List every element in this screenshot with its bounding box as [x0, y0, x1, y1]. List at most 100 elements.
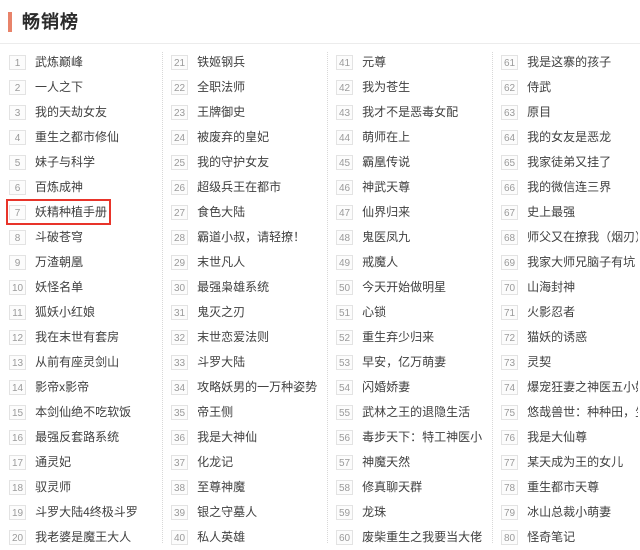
- rank-list-item[interactable]: 39 银之守墓人: [170, 500, 327, 525]
- rank-list-item[interactable]: 74 爆宠狂妻之神医五小姐: [500, 375, 640, 400]
- rank-list-item[interactable]: 41 元尊: [335, 50, 492, 75]
- rank-title-link[interactable]: 万渣朝凰: [35, 255, 83, 270]
- rank-list-item[interactable]: 44 萌师在上: [335, 125, 492, 150]
- rank-title-link[interactable]: 最强反套路系统: [35, 430, 119, 445]
- rank-list-item[interactable]: 73 灵契: [500, 350, 640, 375]
- rank-title-link[interactable]: 霸道小叔，请轻撩！: [197, 230, 305, 245]
- rank-list-item[interactable]: 28 霸道小叔，请轻撩！: [170, 225, 327, 250]
- rank-list-item[interactable]: 67 史上最强: [500, 200, 640, 225]
- rank-list-item[interactable]: 5 妹子与科学: [8, 150, 162, 175]
- rank-list-item[interactable]: 76 我是大仙尊: [500, 425, 640, 450]
- rank-list-item[interactable]: 42 我为苍生: [335, 75, 492, 100]
- rank-title-link[interactable]: 铁姬钢兵: [197, 55, 245, 70]
- rank-title-link[interactable]: 重生之都市修仙: [35, 130, 119, 145]
- rank-title-link[interactable]: 我是这寨的孩子: [527, 55, 611, 70]
- rank-title-link[interactable]: 狐妖小红娘: [35, 305, 95, 320]
- rank-title-link[interactable]: 妖精种植手册: [35, 205, 107, 220]
- rank-list-item[interactable]: 36 我是大神仙: [170, 425, 327, 450]
- rank-title-link[interactable]: 我的微信连三界: [527, 180, 611, 195]
- rank-title-link[interactable]: 山海封神: [527, 280, 575, 295]
- rank-list-item[interactable]: 51 心锁: [335, 300, 492, 325]
- rank-title-link[interactable]: 原目: [527, 105, 551, 120]
- rank-title-link[interactable]: 我的女友是恶龙: [527, 130, 611, 145]
- rank-list-item[interactable]: 26 超级兵王在都市: [170, 175, 327, 200]
- rank-list-item[interactable]: 37 化龙记: [170, 450, 327, 475]
- rank-list-item[interactable]: 11 狐妖小红娘: [8, 300, 162, 325]
- rank-title-link[interactable]: 神武天尊: [362, 180, 410, 195]
- rank-list-item[interactable]: 50 今天开始做明星: [335, 275, 492, 300]
- rank-list-item[interactable]: 3 我的天劫女友: [8, 100, 162, 125]
- rank-title-link[interactable]: 食色大陆: [197, 205, 245, 220]
- rank-title-link[interactable]: 今天开始做明星: [362, 280, 446, 295]
- rank-title-link[interactable]: 某天成为王的女儿: [527, 455, 623, 470]
- rank-title-link[interactable]: 侍武: [527, 80, 551, 95]
- rank-list-item[interactable]: 77 某天成为王的女儿: [500, 450, 640, 475]
- rank-list-item[interactable]: 4 重生之都市修仙: [8, 125, 162, 150]
- rank-title-link[interactable]: 仙界归来: [362, 205, 410, 220]
- rank-title-link[interactable]: 本剑仙绝不吃软饭: [35, 405, 131, 420]
- rank-list-item[interactable]: 33 斗罗大陆: [170, 350, 327, 375]
- rank-list-item[interactable]: 47 仙界归来: [335, 200, 492, 225]
- rank-title-link[interactable]: 重生都市天尊: [527, 480, 599, 495]
- rank-title-link[interactable]: 毒步天下：特工神医小: [362, 430, 482, 445]
- rank-list-item[interactable]: 60 废柴重生之我要当大佬: [335, 525, 492, 550]
- rank-list-item[interactable]: 22 全职法师: [170, 75, 327, 100]
- rank-title-link[interactable]: 爆宠狂妻之神医五小姐: [527, 380, 638, 395]
- rank-title-link[interactable]: 史上最强: [527, 205, 575, 220]
- rank-title-link[interactable]: 超级兵王在都市: [197, 180, 281, 195]
- rank-list-item[interactable]: 78 重生都市天尊: [500, 475, 640, 500]
- rank-list-item[interactable]: 57 神魔天然: [335, 450, 492, 475]
- rank-list-item[interactable]: 25 我的守护女友: [170, 150, 327, 175]
- rank-title-link[interactable]: 鬼灭之刃: [197, 305, 245, 320]
- rank-list-item[interactable]: 40 私人英雄: [170, 525, 327, 550]
- rank-list-item[interactable]: 23 王牌御史: [170, 100, 327, 125]
- rank-title-link[interactable]: 猫妖的诱惑: [527, 330, 587, 345]
- rank-list-item[interactable]: 29 末世凡人: [170, 250, 327, 275]
- rank-list-item[interactable]: 80 怪奇笔记: [500, 525, 640, 550]
- rank-title-link[interactable]: 早安，亿万萌妻: [362, 355, 446, 370]
- rank-list-item[interactable]: 53 早安，亿万萌妻: [335, 350, 492, 375]
- rank-list-item[interactable]: 43 我才不是恶毒女配: [335, 100, 492, 125]
- rank-list-item[interactable]: 46 神武天尊: [335, 175, 492, 200]
- rank-title-link[interactable]: 帝王侧: [197, 405, 233, 420]
- rank-list-item[interactable]: 10 妖怪名单: [8, 275, 162, 300]
- rank-title-link[interactable]: 废柴重生之我要当大佬: [362, 530, 482, 545]
- rank-title-link[interactable]: 我的天劫女友: [35, 105, 107, 120]
- rank-title-link[interactable]: 我家大师兄脑子有坑: [527, 255, 635, 270]
- rank-list-item[interactable]: 48 鬼医凤九: [335, 225, 492, 250]
- rank-list-item[interactable]: 55 武林之王的退隐生活: [335, 400, 492, 425]
- rank-title-link[interactable]: 我在末世有套房: [35, 330, 119, 345]
- rank-list-item[interactable]: 2 一人之下: [8, 75, 162, 100]
- rank-title-link[interactable]: 我是大神仙: [197, 430, 257, 445]
- rank-title-link[interactable]: 萌师在上: [362, 130, 410, 145]
- rank-title-link[interactable]: 武炼巅峰: [35, 55, 83, 70]
- rank-list-item[interactable]: 71 火影忍者: [500, 300, 640, 325]
- rank-list-item[interactable]: 35 帝王侧: [170, 400, 327, 425]
- rank-title-link[interactable]: 我的守护女友: [197, 155, 269, 170]
- rank-list-item[interactable]: 59 龙珠: [335, 500, 492, 525]
- rank-list-item[interactable]: 30 最强枭雄系统: [170, 275, 327, 300]
- rank-list-item[interactable]: 15 本剑仙绝不吃软饭: [8, 400, 162, 425]
- rank-list-item[interactable]: 6 百炼成神: [8, 175, 162, 200]
- rank-title-link[interactable]: 师父又在撩我（烟刃）: [527, 230, 638, 245]
- rank-title-link[interactable]: 一人之下: [35, 80, 83, 95]
- rank-title-link[interactable]: 最强枭雄系统: [197, 280, 269, 295]
- rank-title-link[interactable]: 王牌御史: [197, 105, 245, 120]
- rank-list-item[interactable]: 13 从前有座灵剑山: [8, 350, 162, 375]
- rank-title-link[interactable]: 悠哉兽世：种种田，生: [527, 405, 638, 420]
- rank-title-link[interactable]: 斗破苍穹: [35, 230, 83, 245]
- rank-list-item[interactable]: 38 至尊神魔: [170, 475, 327, 500]
- rank-title-link[interactable]: 从前有座灵剑山: [35, 355, 119, 370]
- rank-list-item[interactable]: 54 闪婚娇妻: [335, 375, 492, 400]
- rank-list-item[interactable]: 20 我老婆是魔王大人: [8, 525, 162, 550]
- rank-title-link[interactable]: 重生弃少归来: [362, 330, 434, 345]
- rank-title-link[interactable]: 闪婚娇妻: [362, 380, 410, 395]
- rank-title-link[interactable]: 龙珠: [362, 505, 386, 520]
- rank-title-link[interactable]: 我家徒弟又挂了: [527, 155, 611, 170]
- rank-list-item[interactable]: 63 原目: [500, 100, 640, 125]
- rank-list-item[interactable]: 64 我的女友是恶龙: [500, 125, 640, 150]
- rank-list-item[interactable]: 1 武炼巅峰: [8, 50, 162, 75]
- rank-title-link[interactable]: 我为苍生: [362, 80, 410, 95]
- rank-title-link[interactable]: 斗罗大陆: [197, 355, 245, 370]
- rank-title-link[interactable]: 我才不是恶毒女配: [362, 105, 458, 120]
